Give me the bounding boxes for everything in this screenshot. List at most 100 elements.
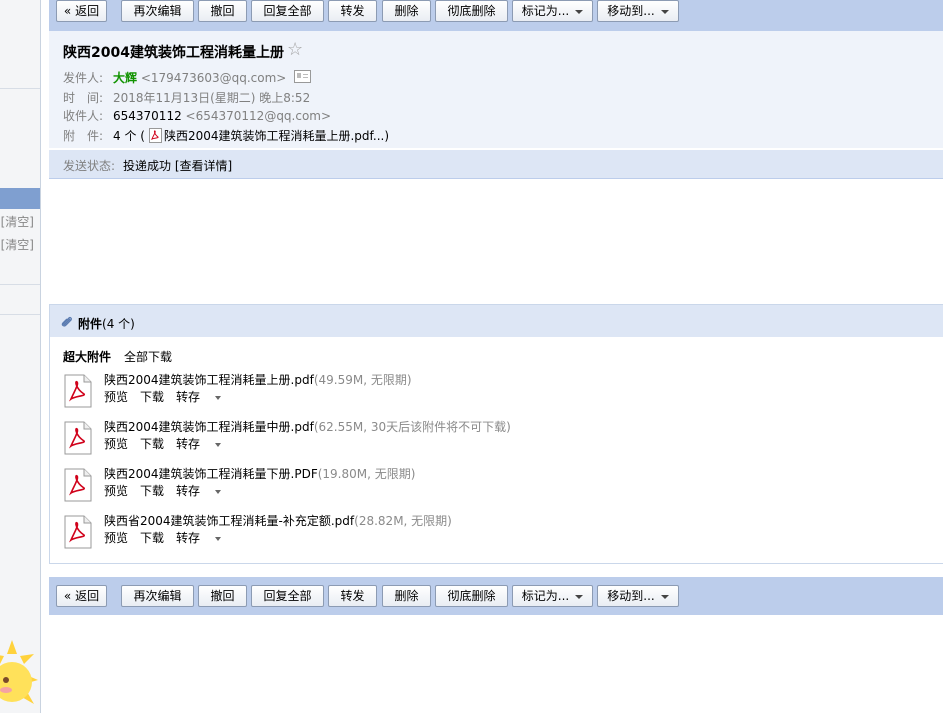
attachments-title-count: (4 个): [102, 317, 135, 331]
chevron-down-icon: [575, 594, 584, 599]
attachment-actions: 预览 下载 转存: [104, 388, 233, 405]
sender-name[interactable]: 大辉: [113, 71, 137, 85]
delete-button[interactable]: 删除: [382, 585, 431, 607]
bottom-toolbar: « 返回 再次编辑 撤回 回复全部 转发 删除 彻底删除 标记为... 移动到.…: [49, 577, 943, 615]
sidebar-divider: [0, 284, 40, 285]
save-to-dropdown[interactable]: 转存: [176, 484, 222, 498]
save-to-dropdown[interactable]: 转存: [176, 390, 222, 404]
contact-card-icon[interactable]: [294, 70, 312, 83]
save-to-label: 转存: [176, 390, 201, 404]
download-all-link[interactable]: 全部下载: [124, 348, 172, 365]
time-row: 时 间: 2018年11月13日(星期二) 晚上8:52: [63, 89, 310, 106]
delete-button[interactable]: 删除: [382, 0, 431, 22]
back-button[interactable]: « 返回: [56, 585, 107, 607]
download-link[interactable]: 下载: [140, 437, 164, 451]
reply-all-button[interactable]: 回复全部: [251, 585, 324, 607]
download-link[interactable]: 下载: [140, 484, 164, 498]
download-link[interactable]: 下载: [140, 390, 164, 404]
mark-as-label: 标记为...: [521, 589, 570, 603]
attachment-meta: (28.82M, 无限期): [354, 514, 452, 528]
attachment-actions: 预览 下载 转存: [104, 529, 233, 546]
forward-button[interactable]: 转发: [328, 585, 377, 607]
attachment-filename[interactable]: 陕西2004建筑装饰工程消耗量中册.pdf: [104, 420, 314, 434]
attachment-label: 附 件:: [63, 129, 104, 143]
sidebar-selected-item[interactable]: [0, 188, 40, 209]
sidebar-clear-link[interactable]: [清空]: [1, 236, 34, 253]
chevron-down-icon: [215, 442, 222, 447]
reply-all-button[interactable]: 回复全部: [251, 0, 324, 22]
pdf-file-icon: [64, 421, 92, 455]
pdf-file-icon: [64, 515, 92, 549]
preview-link[interactable]: 预览: [104, 437, 128, 451]
save-to-dropdown[interactable]: 转存: [176, 437, 222, 451]
back-button[interactable]: « 返回: [56, 0, 107, 22]
big-attachment-label: 超大附件: [63, 350, 112, 364]
save-to-dropdown[interactable]: 转存: [176, 531, 222, 545]
attachment-row: 附 件: 4 个 ( 陕西2004建筑装饰工程消耗量上册.pdf...): [63, 127, 389, 144]
recipient-name[interactable]: 654370112: [113, 109, 182, 123]
permanent-delete-button[interactable]: 彻底删除: [435, 0, 508, 22]
preview-link[interactable]: 预览: [104, 531, 128, 545]
re-edit-button[interactable]: 再次编辑: [121, 0, 194, 22]
chevron-down-icon: [575, 9, 584, 14]
forward-button[interactable]: 转发: [328, 0, 377, 22]
save-to-label: 转存: [176, 531, 201, 545]
mail-subject: 陕西2004建筑装饰工程消耗量上册: [63, 45, 284, 61]
move-to-dropdown[interactable]: 移动到...: [597, 585, 679, 607]
attachment-item: 陕西2004建筑装饰工程消耗量中册.pdf(62.55M, 30天后该附件将不可…: [63, 418, 923, 460]
chevron-down-icon: [215, 536, 222, 541]
attachments-header: 附件(4 个): [50, 305, 943, 337]
re-edit-button[interactable]: 再次编辑: [121, 585, 194, 607]
mark-as-dropdown[interactable]: 标记为...: [512, 585, 593, 607]
download-link[interactable]: 下载: [140, 531, 164, 545]
mark-as-label: 标记为...: [521, 4, 570, 18]
permanent-delete-button[interactable]: 彻底删除: [435, 585, 508, 607]
save-to-label: 转存: [176, 437, 201, 451]
attachment-actions: 预览 下载 转存: [104, 435, 233, 452]
pdf-icon: [148, 128, 162, 143]
attachment-first-link[interactable]: 陕西2004建筑装饰工程消耗量上册.pdf...): [164, 129, 389, 143]
from-label: 发件人:: [63, 71, 104, 85]
chevron-down-icon: [215, 489, 222, 494]
status-label: 发送状态:: [63, 159, 116, 173]
attachment-item: 陕西2004建筑装饰工程消耗量下册.PDF(19.80M, 无限期) 预览 下载 转存: [63, 465, 923, 507]
chevron-down-icon: [660, 594, 669, 599]
pdf-file-icon: [64, 468, 92, 502]
attachment-meta: (62.55M, 30天后该附件将不可下载): [313, 420, 511, 434]
attachment-filename[interactable]: 陕西2004建筑装饰工程消耗量上册.pdf: [104, 373, 314, 387]
attachment-count: 4 个 (: [113, 129, 145, 143]
attachments-title: 附件(4 个): [78, 315, 135, 332]
attachments-title-label: 附件: [78, 317, 103, 331]
status-detail-link[interactable]: [查看详情]: [175, 159, 232, 173]
sidebar-divider: [0, 88, 40, 89]
time-value: 2018年11月13日(星期二) 晚上8:52: [113, 91, 311, 105]
attachment-filename[interactable]: 陕西省2004建筑装饰工程消耗量-补充定额.pdf: [104, 514, 354, 528]
left-sidebar: [清空] [清空]: [0, 0, 41, 713]
move-to-dropdown[interactable]: 移动到...: [597, 0, 679, 22]
preview-link[interactable]: 预览: [104, 484, 128, 498]
attachment-name-row: 陕西2004建筑装饰工程消耗量中册.pdf(62.55M, 30天后该附件将不可…: [104, 418, 511, 435]
attachment-item: 陕西省2004建筑装饰工程消耗量-补充定额.pdf(28.82M, 无限期) 预览…: [63, 512, 923, 554]
attachments-panel: 附件(4 个) 超大附件 全部下载 陕西2004建筑装饰工程消耗量上册.pdf(…: [49, 304, 943, 564]
mark-as-dropdown[interactable]: 标记为...: [512, 0, 593, 22]
sidebar-clear-link[interactable]: [清空]: [1, 213, 34, 230]
attachment-name-row: 陕西2004建筑装饰工程消耗量上册.pdf(49.59M, 无限期): [104, 371, 412, 388]
star-icon[interactable]: ☆: [287, 39, 303, 60]
to-label: 收件人:: [63, 109, 104, 123]
top-toolbar: « 返回 再次编辑 撤回 回复全部 转发 删除 彻底删除 标记为... 移动到.…: [49, 0, 943, 31]
status-row: 发送状态: 投递成功 [查看详情]: [63, 157, 232, 174]
paperclip-icon: [61, 316, 72, 327]
save-to-label: 转存: [176, 484, 201, 498]
attachment-meta: (49.59M, 无限期): [313, 373, 412, 387]
from-row: 发件人: 大辉 <179473603@qq.com>: [63, 69, 312, 86]
attachment-meta: (19.80M, 无限期): [317, 467, 416, 481]
attachment-filename[interactable]: 陕西2004建筑装饰工程消耗量下册.PDF: [104, 467, 318, 481]
send-status-bar: 发送状态: 投递成功 [查看详情]: [49, 150, 943, 179]
recall-button[interactable]: 撤回: [198, 585, 247, 607]
preview-link[interactable]: 预览: [104, 390, 128, 404]
sender-email: <179473603@qq.com>: [140, 71, 287, 85]
move-to-label: 移动到...: [607, 4, 655, 18]
pdf-file-icon: [64, 374, 92, 408]
recall-button[interactable]: 撤回: [198, 0, 247, 22]
to-row: 收件人: 654370112 <654370112@qq.com>: [63, 107, 331, 124]
